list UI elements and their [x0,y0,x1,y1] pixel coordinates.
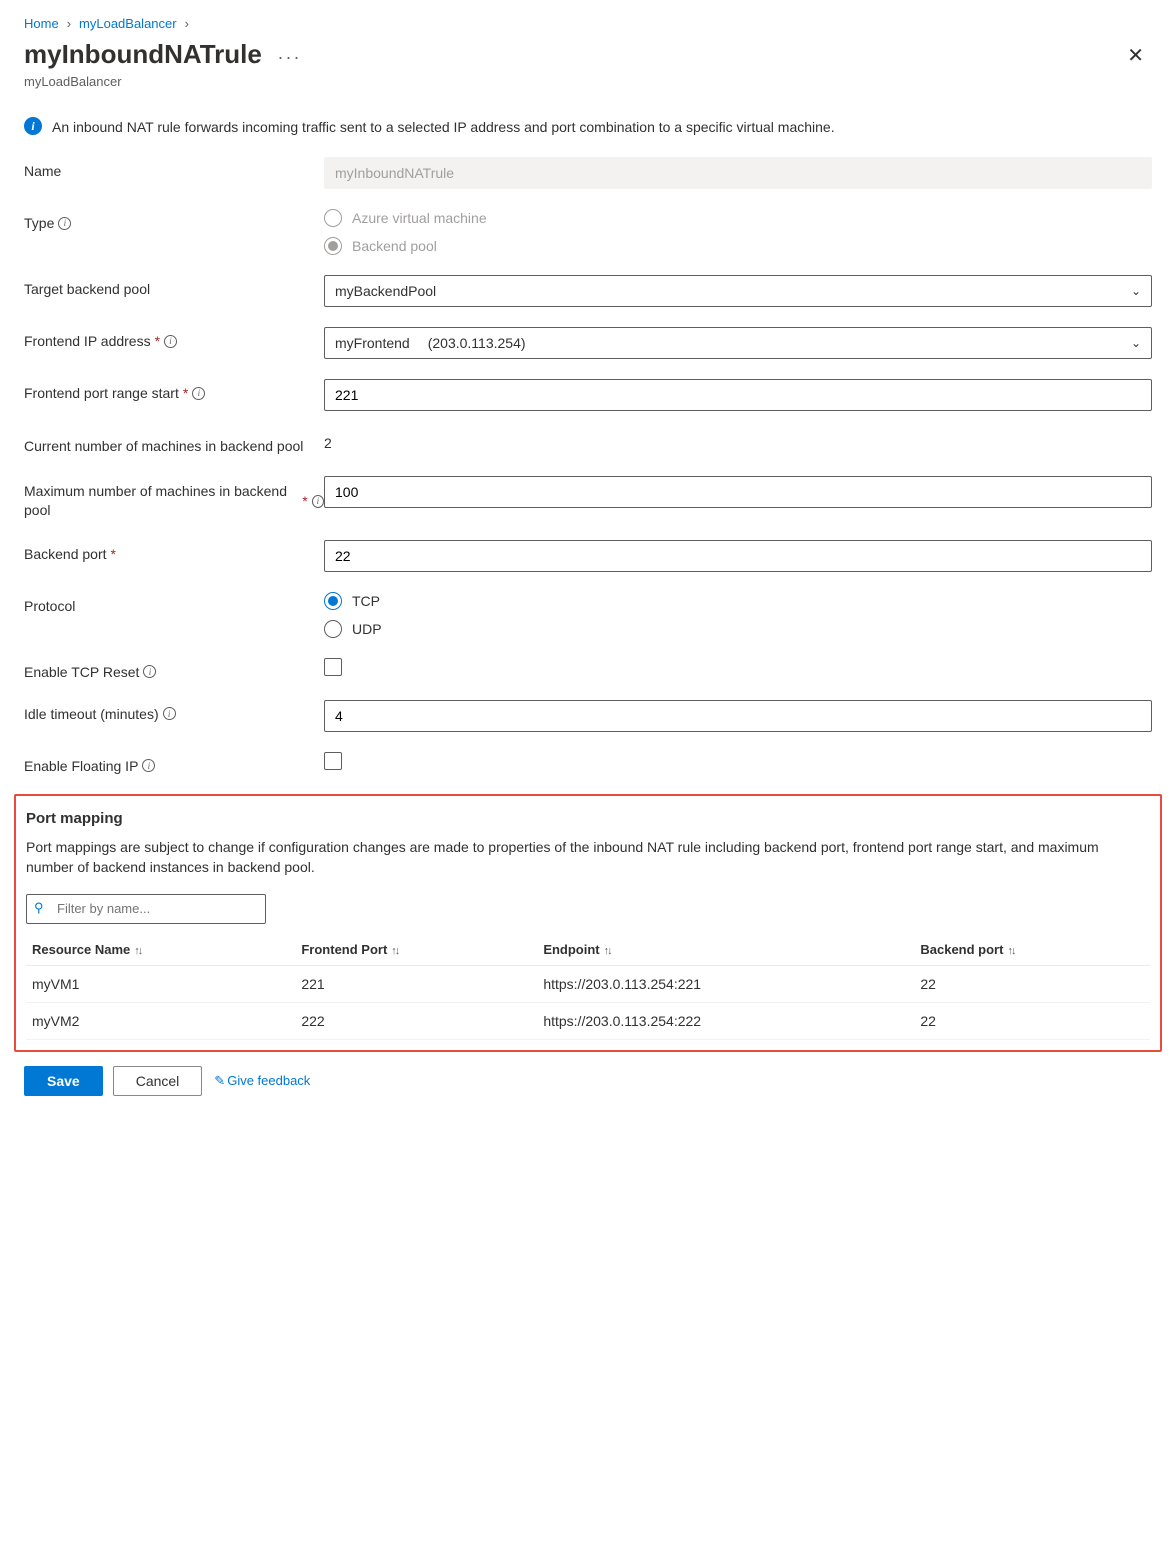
idle-timeout-label: Idle timeout (minutes) i [24,700,324,722]
frontend-ip-label: Frontend IP address * i [24,327,324,349]
protocol-label: Protocol [24,592,324,614]
max-machines-field[interactable] [324,476,1152,508]
backend-port-field[interactable] [324,540,1152,572]
type-pool-radio: Backend pool [324,237,1152,255]
max-machines-label: Maximum number of machines in backend po… [24,476,324,520]
chevron-down-icon: ⌄ [1131,336,1141,350]
col-frontend-port[interactable]: Frontend Port↑↓ [295,934,537,966]
table-row: myVM2222https://203.0.113.254:22222 [26,1002,1150,1039]
breadcrumb: Home › myLoadBalancer › [24,16,1152,31]
port-mapping-table: Resource Name↑↓ Frontend Port↑↓ Endpoint… [26,934,1150,1040]
sort-icon: ↑↓ [604,945,611,957]
port-start-field[interactable] [324,379,1152,411]
cancel-button[interactable]: Cancel [113,1066,203,1096]
table-cell: myVM1 [26,965,295,1002]
table-cell: 22 [914,1002,1150,1039]
more-icon[interactable]: ··· [277,47,301,67]
info-icon: i [24,117,42,135]
radio-icon [324,237,342,255]
name-field [324,157,1152,189]
port-mapping-section: Port mapping Port mappings are subject t… [14,794,1162,1052]
sort-icon: ↑↓ [1007,945,1014,957]
sort-icon: ↑↓ [134,945,141,957]
feedback-icon: ✎ [214,1073,225,1089]
col-endpoint[interactable]: Endpoint↑↓ [537,934,914,966]
breadcrumb-home[interactable]: Home [24,16,59,31]
backend-port-label: Backend port * [24,540,324,562]
protocol-tcp-radio[interactable]: TCP [324,592,1152,610]
help-icon[interactable]: i [163,707,176,720]
col-resource-name[interactable]: Resource Name↑↓ [26,934,295,966]
protocol-udp-radio[interactable]: UDP [324,620,1152,638]
table-cell: 222 [295,1002,537,1039]
help-icon[interactable]: i [58,217,71,230]
type-label: Type i [24,209,324,231]
radio-icon [324,209,342,227]
chevron-right-icon: › [185,16,189,31]
table-cell: 22 [914,965,1150,1002]
info-banner-text: An inbound NAT rule forwards incoming tr… [52,117,835,137]
port-mapping-title: Port mapping [26,810,1150,827]
port-mapping-desc: Port mappings are subject to change if c… [26,837,1150,878]
table-cell: https://203.0.113.254:221 [537,965,914,1002]
chevron-down-icon: ⌄ [1131,284,1141,298]
port-start-label: Frontend port range start * i [24,379,324,401]
tcp-reset-label: Enable TCP Reset i [24,658,324,680]
current-machines-value: 2 [324,431,1152,451]
name-label: Name [24,157,324,179]
col-backend-port[interactable]: Backend port↑↓ [914,934,1150,966]
target-pool-dropdown[interactable]: myBackendPool ⌄ [324,275,1152,307]
table-cell: 221 [295,965,537,1002]
tcp-reset-checkbox[interactable] [324,658,342,676]
floating-ip-label: Enable Floating IP i [24,752,324,774]
page-title: myInboundNATrule [24,39,262,70]
table-cell: https://203.0.113.254:222 [537,1002,914,1039]
help-icon[interactable]: i [164,335,177,348]
frontend-ip-dropdown[interactable]: myFrontend(203.0.113.254) ⌄ [324,327,1152,359]
help-icon[interactable]: i [192,387,205,400]
filter-input[interactable] [26,894,266,924]
give-feedback-link[interactable]: ✎Give feedback [214,1073,310,1089]
breadcrumb-parent[interactable]: myLoadBalancer [79,16,177,31]
save-button[interactable]: Save [24,1066,103,1096]
radio-icon [324,620,342,638]
idle-timeout-field[interactable] [324,700,1152,732]
chevron-right-icon: › [67,16,71,31]
target-pool-label: Target backend pool [24,275,324,297]
current-machines-label: Current number of machines in backend po… [24,431,324,456]
close-icon[interactable]: ✕ [1119,39,1152,72]
radio-icon [324,592,342,610]
help-icon[interactable]: i [143,665,156,678]
help-icon[interactable]: i [312,495,324,508]
page-subtitle: myLoadBalancer [24,74,301,89]
search-icon: ⚲ [34,900,44,916]
floating-ip-checkbox[interactable] [324,752,342,770]
sort-icon: ↑↓ [391,945,398,957]
table-cell: myVM2 [26,1002,295,1039]
table-row: myVM1221https://203.0.113.254:22122 [26,965,1150,1002]
help-icon[interactable]: i [142,759,155,772]
type-vm-radio: Azure virtual machine [324,209,1152,227]
